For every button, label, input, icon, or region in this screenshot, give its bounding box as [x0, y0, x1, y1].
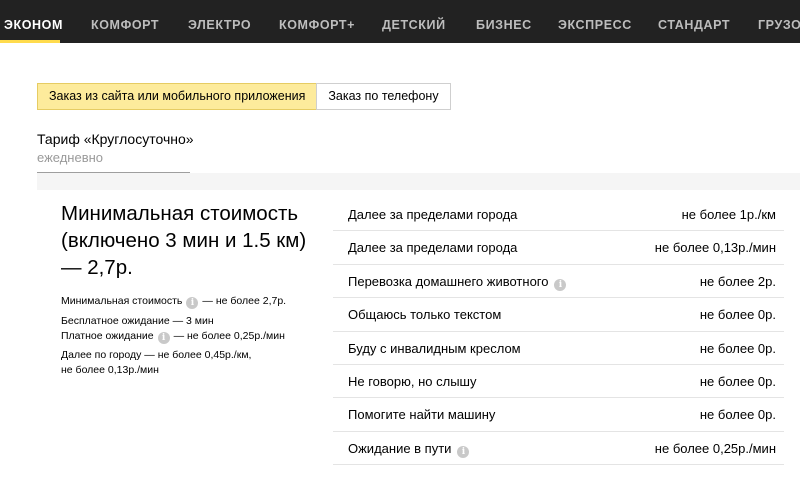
price-list: Далее за пределами города не более 1р./к…	[333, 198, 784, 466]
detail-city-rate-time: не более 0,13р./мин	[61, 364, 159, 376]
price-row-value: не более 0р.	[699, 340, 776, 356]
price-row: Общаюсь только текстом не более 0р.	[333, 298, 784, 332]
detail-city-rate-time-label: не более 0,13р./мин	[61, 364, 159, 376]
price-row-value: не более 2р.	[699, 273, 776, 289]
price-row: Не говорю, но слышу не более 0р.	[333, 365, 784, 399]
price-row-label: Ожидание в пути i	[348, 441, 473, 458]
info-icon[interactable]: i	[554, 278, 567, 291]
price-row: Перевозка домашнего животного i не более …	[333, 265, 784, 299]
active-tab-indicator	[0, 40, 60, 43]
price-row: Помогите найти машину не более 0р.	[333, 398, 784, 432]
price-row-value: не более 0,13р./мин	[654, 240, 776, 256]
price-row-label: Помогите найти машину	[348, 407, 496, 423]
nav-tab-standard[interactable]: СТАНДАРТ	[658, 0, 730, 43]
price-row-label: Общаюсь только текстом	[348, 307, 502, 323]
detail-city-rate-label: Далее по городу — не более 0,45р./км,	[61, 349, 252, 361]
price-row-label: Далее за пределами города	[348, 240, 518, 256]
order-tab-phone[interactable]: Заказ по телефону	[316, 83, 451, 110]
price-row-label: Буду с инвалидным креслом	[348, 340, 521, 356]
price-row-value: не более 0,25р./мин	[654, 440, 776, 456]
price-row-label-text: Ожидание в пути	[348, 440, 452, 456]
nav-tab-express[interactable]: ЭКСПРЕСС	[558, 0, 632, 43]
tariff-schedule: ежедневно	[37, 150, 104, 165]
detail-city-rate: Далее по городу — не более 0,45р./км,	[61, 349, 251, 361]
detail-paid-wait-value: — не более 0,25р./мин	[173, 330, 285, 342]
price-row-label: Перевозка домашнего животного i	[348, 274, 570, 291]
price-row: Ожидание в пути i не более 0,25р./мин	[333, 432, 784, 466]
info-icon[interactable]: i	[457, 445, 470, 458]
detail-paid-wait: Платное ожидание i — не более 0,25р./мин	[61, 330, 285, 344]
nav-tab-child[interactable]: ДЕТСКИЙ	[382, 0, 446, 43]
detail-min-cost-value: — не более 2,7р.	[202, 295, 287, 307]
price-row-label: Не говорю, но слышу	[348, 373, 477, 389]
tariff-title[interactable]: Тариф «Круглосуточно»	[37, 131, 194, 147]
order-tab-app[interactable]: Заказ из сайта или мобильного приложения	[37, 83, 317, 110]
nav-tab-business[interactable]: БИЗНЕС	[476, 0, 532, 43]
price-row: Далее за пределами города не более 1р./к…	[333, 198, 784, 232]
nav-tab-econom[interactable]: ЭКОНОМ	[4, 0, 63, 43]
detail-free-wait-label: Бесплатное ожидание — 3 мин	[61, 315, 214, 327]
order-type-tabs: Заказ из сайта или мобильного приложения…	[37, 83, 451, 110]
price-row-value: не более 0р.	[699, 307, 776, 323]
detail-paid-wait-label: Платное ожидание	[61, 330, 154, 342]
price-row-label: Далее за пределами города	[348, 207, 518, 222]
detail-free-wait: Бесплатное ожидание — 3 мин	[61, 315, 214, 327]
detail-min-cost-label: Минимальная стоимость	[61, 295, 183, 307]
price-row: Далее за пределами города не более 0,13р…	[333, 231, 784, 265]
nav-tab-comfort[interactable]: КОМФОРТ	[91, 0, 159, 43]
tariff-nav-bar: ЭКОНОМ КОМФОРТ ЭЛЕКТРО КОМФОРТ+ ДЕТСКИЙ …	[0, 0, 800, 43]
price-row: Буду с инвалидным креслом не более 0р.	[333, 332, 784, 365]
minimal-cost-heading: Минимальная стоимость (включено 3 мин и …	[61, 202, 307, 279]
price-row-label-text: Перевозка домашнего животного	[348, 273, 549, 289]
price-row-value: не более 0р.	[699, 373, 776, 389]
price-row-value: не более 1р./км	[681, 207, 776, 222]
nav-tab-electro[interactable]: ЭЛЕКТРО	[188, 0, 251, 43]
detail-min-cost: Минимальная стоимость i — не более 2,7р.	[61, 295, 286, 309]
price-row-value: не более 0р.	[699, 407, 776, 423]
info-icon[interactable]: i	[157, 332, 170, 344]
info-icon[interactable]: i	[186, 297, 199, 309]
nav-tab-cargo[interactable]: ГРУЗОВОЙ	[758, 0, 800, 43]
nav-tab-comfort-plus[interactable]: КОМФОРТ+	[279, 0, 355, 43]
